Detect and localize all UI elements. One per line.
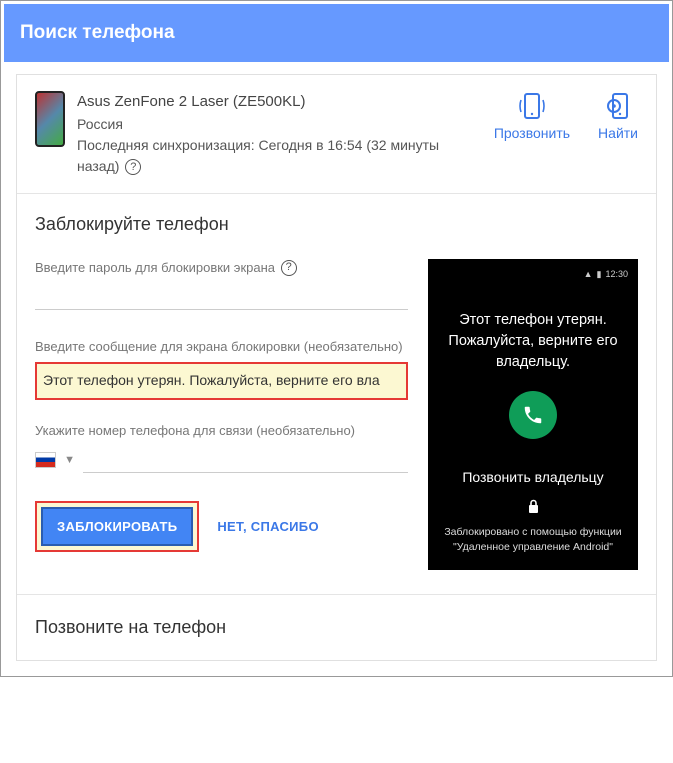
main-card: Asus ZenFone 2 Laser (ZE500KL) Россия По… bbox=[16, 74, 657, 661]
lock-title: Заблокируйте телефон bbox=[35, 214, 638, 235]
phone-input[interactable] bbox=[83, 446, 408, 473]
device-section: Asus ZenFone 2 Laser (ZE500KL) Россия По… bbox=[17, 75, 656, 194]
ring-button[interactable]: Прозвонить bbox=[494, 91, 570, 141]
ring-label: Прозвонить bbox=[494, 125, 570, 141]
lock-form: Введите пароль для блокировки экрана ? В… bbox=[35, 259, 408, 571]
battery-icon: ▮ bbox=[597, 269, 602, 280]
device-name: Asus ZenFone 2 Laser (ZE500KL) bbox=[77, 91, 484, 114]
lock-button[interactable]: ЗАБЛОКИРОВАТЬ bbox=[41, 507, 193, 546]
lock-preview: ▲ ▮ 12:30 Этот телефон утерян. Пожалуйст… bbox=[428, 259, 638, 571]
lock-section: Заблокируйте телефон Введите пароль для … bbox=[17, 194, 656, 596]
find-icon bbox=[598, 91, 638, 121]
help-icon[interactable]: ? bbox=[125, 159, 141, 175]
find-button[interactable]: Найти bbox=[598, 91, 638, 141]
device-location: Россия bbox=[77, 114, 484, 135]
preview-message: Этот телефон утерян. Пожалуйста, верните… bbox=[438, 310, 628, 373]
device-thumbnail bbox=[35, 91, 65, 147]
message-label: Введите сообщение для экрана блокировки … bbox=[35, 338, 408, 356]
page-title: Поиск телефона bbox=[20, 22, 175, 43]
message-highlight bbox=[35, 362, 408, 400]
chevron-down-icon[interactable]: ▼ bbox=[64, 454, 75, 466]
lock-icon bbox=[438, 499, 628, 517]
password-input[interactable] bbox=[35, 283, 408, 310]
page-header: Поиск телефона bbox=[4, 4, 669, 62]
device-actions: Прозвонить Найти bbox=[494, 91, 638, 177]
preview-call-owner: Позвонить владельцу bbox=[438, 469, 628, 485]
preview-footer-1: Заблокировано с помощью функции bbox=[438, 525, 628, 541]
preview-footer-2: "Удаленное управление Android" bbox=[438, 540, 628, 556]
skip-button[interactable]: НЕТ, СПАСИБО bbox=[217, 519, 319, 534]
device-sync: Последняя синхронизация: Сегодня в 16:54… bbox=[77, 135, 484, 177]
message-input[interactable] bbox=[43, 372, 400, 388]
call-section-title: Позвоните на телефон bbox=[35, 617, 638, 638]
find-label: Найти bbox=[598, 125, 638, 141]
lock-button-highlight: ЗАБЛОКИРОВАТЬ bbox=[35, 501, 199, 552]
device-info: Asus ZenFone 2 Laser (ZE500KL) Россия По… bbox=[77, 91, 484, 177]
call-icon bbox=[509, 391, 557, 439]
call-section: Позвоните на телефон bbox=[17, 595, 656, 660]
phone-label: Укажите номер телефона для связи (необяз… bbox=[35, 422, 408, 440]
country-flag-icon[interactable] bbox=[35, 452, 56, 468]
preview-status-bar: ▲ ▮ 12:30 bbox=[438, 269, 628, 280]
phone-row: ▼ bbox=[35, 446, 408, 473]
button-row: ЗАБЛОКИРОВАТЬ НЕТ, СПАСИБО bbox=[35, 501, 408, 552]
ring-icon bbox=[494, 91, 570, 121]
signal-icon: ▲ bbox=[584, 269, 593, 279]
help-icon[interactable]: ? bbox=[281, 260, 297, 276]
preview-time: 12:30 bbox=[605, 269, 628, 279]
password-label: Введите пароль для блокировки экрана ? bbox=[35, 259, 408, 277]
